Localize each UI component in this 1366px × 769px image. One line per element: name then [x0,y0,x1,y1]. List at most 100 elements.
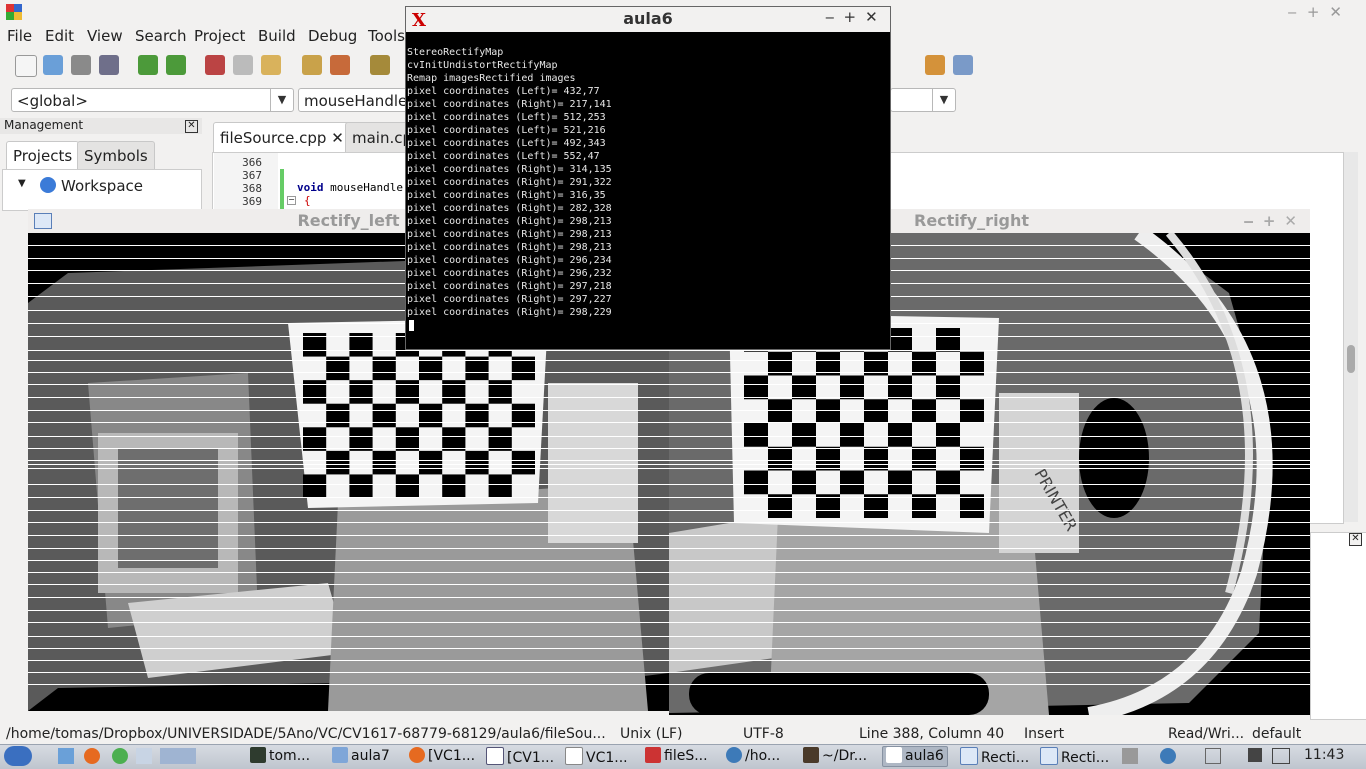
code-line[interactable]: void mouseHandle [297,181,403,194]
chevron-down-icon[interactable]: ▼ [270,89,293,111]
task-rectify-right[interactable]: Recti... [1040,747,1109,766]
checker-square [488,427,512,451]
menu-file[interactable]: File [7,27,32,45]
task-aula6[interactable]: aula6 [882,746,948,767]
sync-icon [726,747,742,763]
volume-icon[interactable] [1122,748,1138,764]
task-aula7[interactable]: aula7 [332,747,390,766]
terminal-line: cvInitUndistortRectifyMap [407,60,558,71]
status-access: Read/Wri... [1168,726,1245,742]
checker-square [768,351,792,376]
preferences-icon[interactable] [953,55,973,75]
menu-edit[interactable]: Edit [45,27,74,45]
menu-search[interactable]: Search [135,27,187,45]
color-chooser-icon[interactable] [925,55,945,75]
scope-combo[interactable]: <global> ▼ [11,88,294,112]
save-all-icon[interactable] [99,55,119,75]
checker-square [395,427,419,451]
checker-square [395,474,419,498]
workspace-switcher-icon[interactable] [136,748,152,764]
checker-square [303,380,327,404]
management-header: Management [0,118,202,134]
tray-icon[interactable] [1205,748,1221,764]
checker-square [744,423,768,447]
tab-symbols[interactable]: Symbols [77,141,155,170]
ide-window-controls[interactable]: ‒+✕ [1287,3,1352,21]
checker-square [912,446,936,471]
chevron-down-icon[interactable]: ▼ [932,89,955,111]
task-vc1-firefox[interactable]: [VC1... [409,747,475,766]
clock[interactable]: 11:43 [1304,747,1344,763]
function-combo-end[interactable]: ▼ [890,88,956,112]
checker-square [816,351,840,376]
cut-icon[interactable] [205,55,225,75]
battery-icon[interactable] [1272,748,1290,764]
close-tab-icon[interactable]: ✕ [331,129,344,147]
terminal-line: pixel coordinates (Right)= 298,213 [407,229,612,240]
open-file-icon[interactable] [43,55,63,75]
checker-square [792,470,816,495]
redo-icon[interactable] [166,55,186,75]
terminal-line: pixel coordinates (Right)= 298,213 [407,216,612,227]
checker-square [792,375,816,400]
sync-tray-icon[interactable] [1160,748,1176,764]
task-rectify-left[interactable]: Recti... [960,747,1029,766]
close-icon[interactable]: ✕ [1349,533,1362,546]
menu-debug[interactable]: Debug [308,27,357,45]
network-icon[interactable] [1248,748,1262,762]
checker-square [936,328,960,352]
task-dropbox[interactable]: ~/Dr... [803,747,867,766]
menu-build[interactable]: Build [258,27,296,45]
task-home[interactable]: /ho... [726,747,780,766]
line-number: 366 [242,156,262,169]
file-manager-icon[interactable] [58,748,74,764]
function-combo-value: mouseHandler [304,92,414,110]
expand-arrow-icon[interactable]: ▼ [18,178,26,189]
replace-icon[interactable] [330,55,350,75]
status-bar: /home/tomas/Dropbox/UNIVERSIDADE/5Ano/VC… [0,724,1366,744]
paste-icon[interactable] [261,55,281,75]
new-file-icon[interactable] [15,55,37,77]
terminal-title: aula6 [623,9,673,28]
terminal-line: pixel coordinates (Right)= 291,322 [407,177,612,188]
menu-project[interactable]: Project [194,27,245,45]
save-icon[interactable] [71,55,91,75]
window-controls[interactable]: ‒+✕ [1243,209,1306,233]
firefox-icon[interactable] [84,748,100,764]
menu-tools[interactable]: Tools [368,27,405,45]
fold-icon[interactable]: − [287,196,296,205]
menu-view[interactable]: View [87,27,123,45]
terminal-line: pixel coordinates (Left)= 512,253 [407,112,606,123]
task-vc1-doc[interactable]: VC1... [565,747,628,766]
task-filesource[interactable]: fileS... [645,747,708,766]
checker-square [303,333,327,357]
workspace-label[interactable]: Workspace [61,177,143,195]
code-keyword: void [297,181,324,194]
tab-filesource[interactable]: fileSource.cpp ✕ [213,122,351,153]
editor-scrollbar[interactable] [1344,152,1358,522]
find-icon[interactable] [302,55,322,75]
checker-square [326,403,350,428]
undo-icon[interactable] [138,55,158,75]
start-menu-icon[interactable] [4,746,32,766]
line-number: 367 [242,169,262,182]
compile-icon[interactable] [370,55,390,75]
terminal-titlebar[interactable]: aula6 [406,7,890,32]
checker-square [816,446,840,471]
checker-square [511,403,535,428]
function-combo[interactable]: mouseHandler [298,88,413,112]
task-terminal[interactable]: tom... [250,747,310,766]
tab-projects[interactable]: Projects [6,141,80,170]
task-cv1[interactable]: [CV1... [486,747,554,766]
checker-square [349,380,373,404]
close-icon[interactable]: ✕ [185,120,198,133]
terminal-line: pixel coordinates (Left)= 492,343 [407,138,606,149]
terminal-line: pixel coordinates (Right)= 217,141 [407,99,612,110]
chrome-icon[interactable] [112,748,128,764]
checker-square [419,403,443,428]
scrollbar-thumb[interactable] [1347,345,1355,373]
checker-square [912,351,936,376]
copy-icon[interactable] [233,55,253,75]
workspace-switcher-icon[interactable] [160,748,196,764]
window-controls[interactable]: ‒+✕ [825,8,887,26]
